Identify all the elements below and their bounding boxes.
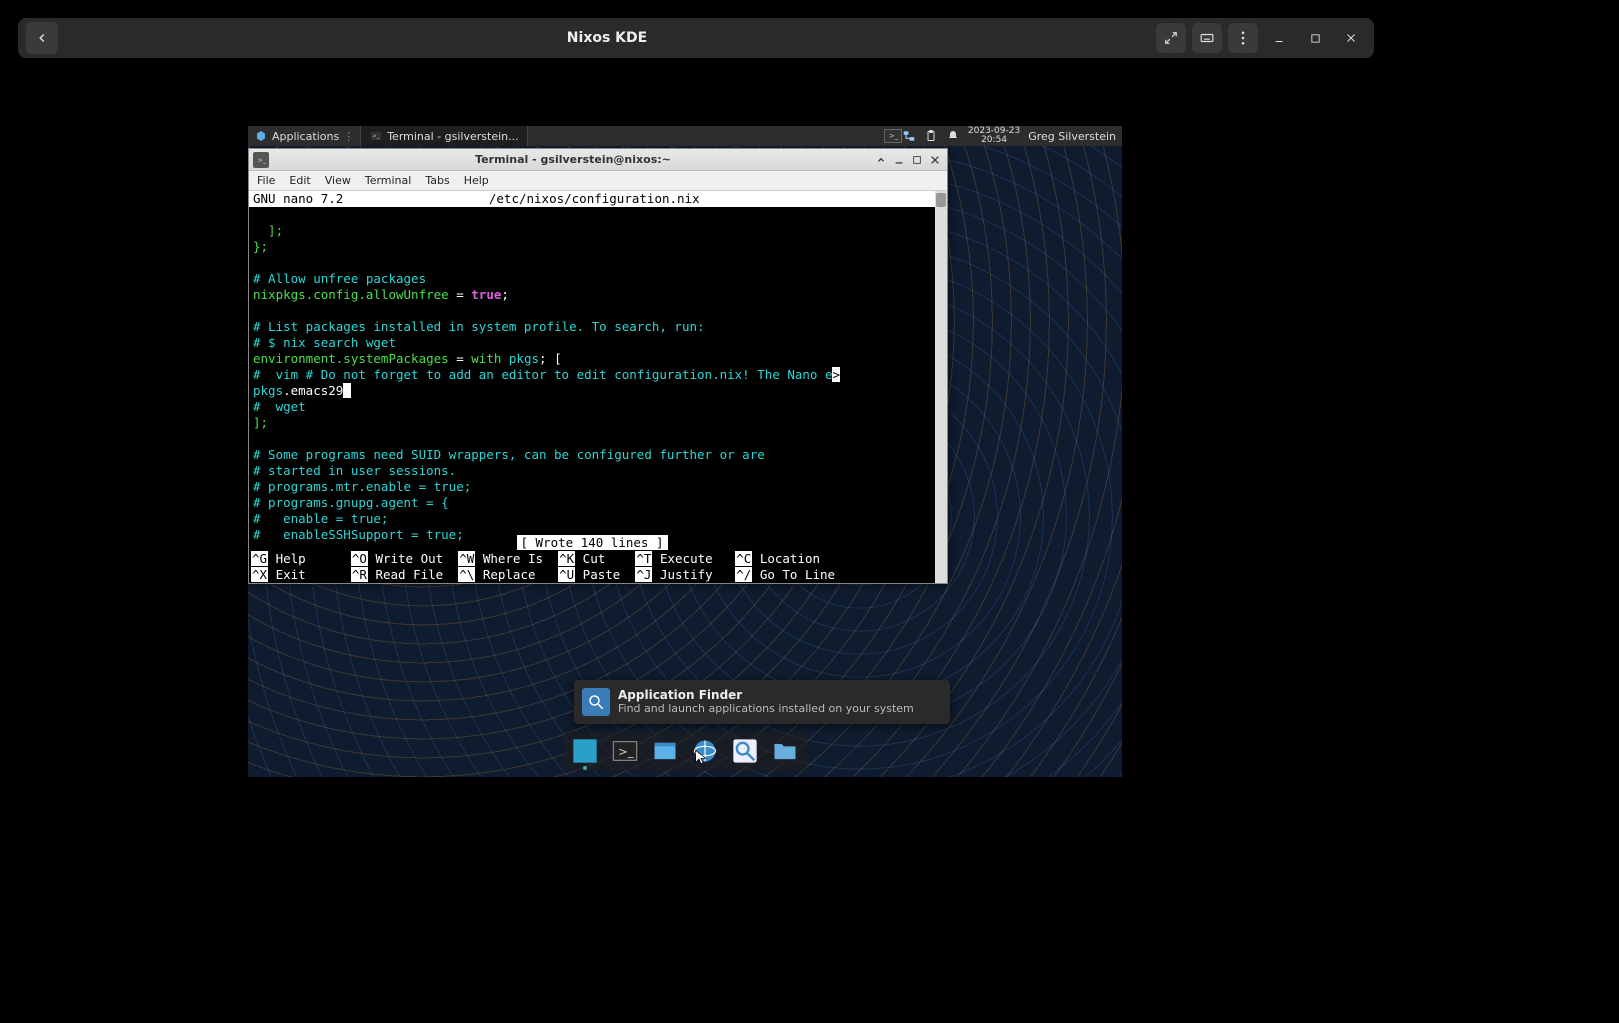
nano-shortcut: ^K Cut — [558, 551, 635, 567]
xfce-panel: Applications ⋮ >_ Terminal - gsilverstei… — [248, 126, 1122, 146]
svg-text:>_: >_ — [889, 132, 899, 140]
svg-text:>_: >_ — [373, 134, 380, 140]
nano-shortcut: ^G Help — [251, 551, 351, 567]
nano-shortcut: ^O Write Out — [351, 551, 458, 567]
terminal-close-button[interactable] — [927, 152, 943, 168]
tooltip: Application Finder Find and launch appli… — [574, 680, 950, 724]
network-icon[interactable] — [902, 129, 916, 143]
panel-terminal-indicator-icon[interactable]: >_ — [884, 129, 902, 143]
terminal-window: >_ Terminal - gsilverstein@nixos:~ File — [248, 148, 948, 584]
terminal-shade-button[interactable] — [873, 152, 889, 168]
host-titlebar: Nixos KDE — [18, 18, 1374, 58]
dock-show-desktop[interactable] — [569, 735, 601, 767]
tooltip-subtitle: Find and launch applications installed o… — [618, 702, 914, 715]
minimize-button[interactable] — [1264, 23, 1294, 53]
nixos-icon — [254, 129, 268, 143]
svg-text:>_: >_ — [257, 156, 266, 164]
nano-shortcut: ^/ Go To Line — [735, 567, 850, 583]
close-button[interactable] — [1336, 23, 1366, 53]
menu-terminal[interactable]: Terminal — [365, 174, 412, 187]
terminal-scrollbar[interactable] — [935, 191, 947, 583]
nano-filename: /etc/nixos/configuration.nix — [489, 191, 700, 207]
dock-web-browser[interactable] — [689, 735, 721, 767]
menu-edit[interactable]: Edit — [289, 174, 310, 187]
applications-label: Applications — [272, 130, 339, 143]
nano-shortcut: ^\ Replace — [458, 567, 558, 583]
dock-terminal[interactable]: >_ — [609, 735, 641, 767]
keyboard-button[interactable] — [1192, 23, 1222, 53]
nano-header: GNU nano 7.2 /etc/nixos/configuration.ni… — [249, 191, 947, 207]
terminal-icon: >_ — [369, 129, 383, 143]
nano-cursor — [343, 383, 351, 398]
dock-file-manager[interactable] — [649, 735, 681, 767]
applications-menu[interactable]: Applications ⋮ — [248, 126, 360, 146]
dock-app-finder[interactable] — [729, 735, 761, 767]
host-title: Nixos KDE — [58, 30, 1156, 46]
nano-content[interactable]: ]; }; # Allow unfree packages nixpkgs.co… — [249, 207, 947, 543]
vm-viewport: Applications ⋮ >_ Terminal - gsilverstei… — [248, 126, 1122, 777]
tooltip-title: Application Finder — [618, 688, 914, 702]
app-finder-icon — [582, 688, 610, 716]
nano-shortcut: ^T Execute — [635, 551, 735, 567]
terminal-body[interactable]: GNU nano 7.2 /etc/nixos/configuration.ni… — [249, 191, 947, 583]
clipboard-icon[interactable] — [924, 129, 938, 143]
taskbar-terminal-label: Terminal - gsilverstein... — [387, 130, 518, 143]
terminal-menubar: File Edit View Terminal Tabs Help — [249, 171, 947, 191]
svg-text:>_: >_ — [618, 745, 634, 759]
menu-view[interactable]: View — [325, 174, 351, 187]
nano-shortcut: ^U Paste — [558, 567, 635, 583]
back-button[interactable] — [26, 22, 58, 54]
menu-file[interactable]: File — [257, 174, 275, 187]
terminal-title: Terminal - gsilverstein@nixos:~ — [273, 153, 873, 166]
nano-shortcuts: ^G Help ^O Write Out ^W Where Is ^K Cut … — [249, 551, 935, 583]
dock-folder[interactable] — [769, 735, 801, 767]
panel-username[interactable]: Greg Silverstein — [1028, 130, 1116, 143]
nano-shortcut: ^C Location — [735, 551, 850, 567]
nano-app-name: GNU nano 7.2 — [253, 191, 343, 207]
taskbar-terminal[interactable]: >_ Terminal - gsilverstein... — [360, 126, 527, 146]
menu-handle-icon: ⋮ — [343, 130, 354, 143]
dock: >_ — [563, 731, 807, 771]
menu-help[interactable]: Help — [464, 174, 489, 187]
notification-icon[interactable] — [946, 129, 960, 143]
maximize-button[interactable] — [1300, 23, 1330, 53]
nano-shortcut: ^X Exit — [251, 567, 351, 583]
terminal-minimize-button[interactable] — [891, 152, 907, 168]
terminal-titlebar-icon: >_ — [253, 152, 269, 168]
panel-time: 20:54 — [968, 136, 1020, 145]
terminal-titlebar[interactable]: >_ Terminal - gsilverstein@nixos:~ — [249, 149, 947, 171]
terminal-maximize-button[interactable] — [909, 152, 925, 168]
fullscreen-button[interactable] — [1156, 23, 1186, 53]
menu-button[interactable] — [1228, 23, 1258, 53]
menu-tabs[interactable]: Tabs — [425, 174, 449, 187]
nano-status: [ Wrote 140 lines ] — [249, 535, 935, 551]
nano-shortcut: ^J Justify — [635, 567, 735, 583]
nano-shortcut: ^R Read File — [351, 567, 458, 583]
panel-clock[interactable]: 2023-09-23 20:54 — [968, 127, 1020, 145]
nano-shortcut: ^W Where Is — [458, 551, 558, 567]
